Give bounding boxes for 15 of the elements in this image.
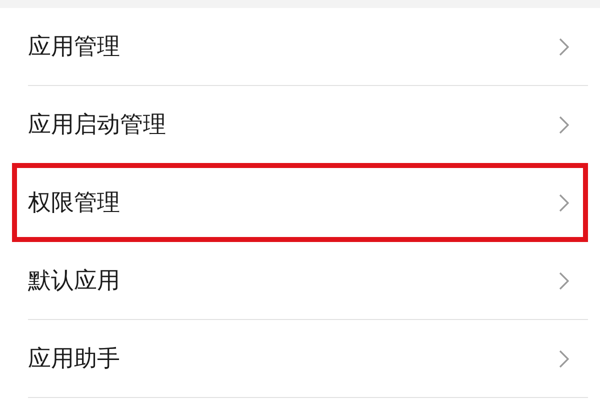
settings-label: 应用管理	[28, 33, 121, 62]
settings-item[interactable]: 应用管理	[28, 8, 588, 86]
chevron-icon	[558, 36, 570, 56]
settings-label: 应用助手	[28, 345, 121, 374]
settings-label: 默认应用	[28, 267, 121, 296]
settings-item[interactable]: 应用启动管理	[28, 86, 588, 164]
chevron-icon	[558, 192, 570, 212]
chevron-icon	[558, 348, 570, 368]
settings-item[interactable]: 应用助手	[28, 320, 588, 398]
settings-label: 应用启动管理	[28, 111, 167, 140]
chevron-icon	[558, 114, 570, 134]
settings-item[interactable]: 默认应用	[28, 242, 588, 320]
settings-item[interactable]: 权限管理	[28, 164, 588, 242]
settings-label: 权限管理	[28, 189, 121, 218]
chevron-icon	[558, 270, 570, 290]
